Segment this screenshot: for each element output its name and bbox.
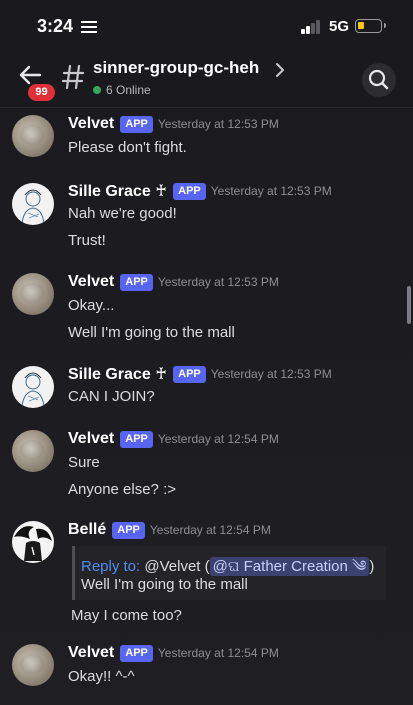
reply-to-label[interactable]: Reply to: <box>81 558 140 575</box>
chevron-right-icon[interactable] <box>274 62 286 78</box>
message-text: Please don't fight. <box>68 139 187 156</box>
message: Sille Grace ♰ APP Yesterday at 12:53 PM CA… <box>0 364 413 424</box>
avatar-velvet[interactable] <box>12 430 54 472</box>
app-badge: APP <box>120 644 153 662</box>
avatar-velvet[interactable] <box>12 644 54 686</box>
app-badge: APP <box>120 273 153 291</box>
message-list[interactable]: Velvet APP Yesterday at 12:53 PM Please do… <box>0 108 413 705</box>
message-header: Sille Grace ♰ APP Yesterday at 12:53 PM <box>68 181 332 201</box>
role-mention[interactable]: @ଘ Father Creation ༄ <box>209 557 370 576</box>
focus-list-icon <box>81 21 97 33</box>
app-badge: APP <box>173 182 206 200</box>
network-type: 5G <box>329 18 350 35</box>
search-icon <box>368 69 389 90</box>
battery-icon <box>355 19 386 33</box>
message-text: Well I'm going to the mall <box>68 324 235 341</box>
message: Bellé APP Yesterday at 12:54 PM Reply to: … <box>0 521 413 631</box>
app-badge: APP <box>120 430 153 448</box>
message-text: May I come too? <box>71 607 182 624</box>
message-text: CAN I JOIN? <box>68 388 155 405</box>
message: Velvet APP Yesterday at 12:54 PM Sure Anyo… <box>0 430 413 510</box>
app-badge: APP <box>173 365 206 383</box>
status-bar: 3:24 5G <box>0 0 413 52</box>
author-name[interactable]: Velvet <box>68 644 114 661</box>
avatar-velvet[interactable] <box>12 273 54 315</box>
timestamp: Yesterday at 12:54 PM <box>157 646 279 660</box>
author-name[interactable]: Velvet <box>68 273 114 290</box>
channel-name[interactable]: sinner-group-gc-heh <box>93 58 259 78</box>
message: Velvet APP Yesterday at 12:53 PM Please do… <box>0 115 413 175</box>
avatar-velvet[interactable] <box>12 115 54 157</box>
message-header: Velvet APP Yesterday at 12:54 PM <box>68 430 279 450</box>
message-header: Sille Grace ♰ APP Yesterday at 12:53 PM <box>68 364 332 384</box>
message: Velvet APP Yesterday at 12:53 PM Okay... W… <box>0 273 413 353</box>
quoted-text: Well I'm going to the mall <box>81 576 248 593</box>
timestamp: Yesterday at 12:53 PM <box>157 117 279 131</box>
author-name[interactable]: Velvet <box>68 430 114 447</box>
message-header: Bellé APP Yesterday at 12:54 PM <box>68 521 271 541</box>
timestamp: Yesterday at 12:53 PM <box>157 275 279 289</box>
channel-header: 99 sinner-group-gc-heh 6 Online <box>0 52 413 108</box>
app-badge: APP <box>112 521 145 539</box>
search-button[interactable] <box>362 63 396 97</box>
app-badge: APP <box>120 115 153 133</box>
timestamp: Yesterday at 12:54 PM <box>157 432 279 446</box>
avatar-sille-grace[interactable] <box>12 183 54 225</box>
back-arrow-icon[interactable] <box>18 64 42 86</box>
timestamp: Yesterday at 12:53 PM <box>210 367 332 381</box>
clock: 3:24 <box>37 16 74 36</box>
online-status: 6 Online <box>93 83 151 97</box>
author-name[interactable]: Sille Grace ♰ <box>68 183 167 200</box>
silhouette-art-icon <box>14 526 52 561</box>
online-count: 6 Online <box>106 83 151 97</box>
unread-badge: 99 <box>28 84 55 101</box>
message-text: Sure <box>68 454 100 471</box>
message-text: Anyone else? :> <box>68 481 176 498</box>
message-text: Okay... <box>68 297 115 314</box>
cell-signal-icon <box>301 20 321 34</box>
reply-close: ) <box>369 558 375 575</box>
message-header: Velvet APP Yesterday at 12:53 PM <box>68 115 279 135</box>
message: Sille Grace ♰ APP Yesterday at 12:53 PM Na… <box>0 181 413 261</box>
message-text: Nah we're good! <box>68 205 177 222</box>
message-header: Velvet APP Yesterday at 12:54 PM <box>68 644 279 664</box>
timestamp: Yesterday at 12:54 PM <box>149 523 271 537</box>
sketch-portrait-icon <box>21 189 45 224</box>
reply-target: @Velvet ( <box>140 558 210 575</box>
message-text: Trust! <box>68 232 106 249</box>
author-name[interactable]: Velvet <box>68 115 114 132</box>
message-text: Okay!! ^-^ <box>68 668 135 685</box>
hashtag-icon <box>62 64 84 90</box>
avatar-belle[interactable] <box>12 521 54 563</box>
author-name[interactable]: Sille Grace ♰ <box>68 366 167 383</box>
avatar-sille-grace[interactable] <box>12 366 54 408</box>
scrollbar[interactable] <box>407 286 411 324</box>
timestamp: Yesterday at 12:53 PM <box>210 184 332 198</box>
sketch-portrait-icon <box>21 372 45 407</box>
reply-quote[interactable]: Reply to: @Velvet (@ଘ Father Creation ༄)… <box>72 546 386 600</box>
online-dot-icon <box>93 86 101 94</box>
message: Velvet APP Yesterday at 12:54 PM Okay!! ^-… <box>0 644 413 704</box>
author-name[interactable]: Bellé <box>68 521 106 538</box>
message-header: Velvet APP Yesterday at 12:53 PM <box>68 273 279 293</box>
